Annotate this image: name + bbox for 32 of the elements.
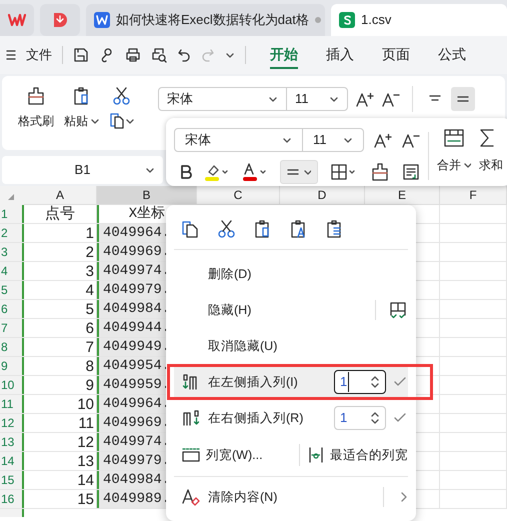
file-menu[interactable]: 文件 [26,45,52,65]
ribbon-tab[interactable]: 插入 [326,41,354,69]
row-header[interactable]: 16 [0,490,24,508]
document-tab[interactable]: 如何快速将Execl数据转化为dat格 [86,4,325,36]
row-header[interactable]: 3 [0,243,24,261]
row-header[interactable]: 15 [0,471,24,489]
sum-button[interactable]: 求和 [479,128,505,174]
row-header[interactable]: 4 [0,262,24,280]
paste-button[interactable]: 粘贴 [64,86,100,130]
row-header[interactable]: 7 [0,319,24,337]
row-header[interactable]: 8 [0,338,24,356]
number-field[interactable]: 1 [334,406,386,430]
row-header[interactable]: 9 [0,357,24,375]
row-header[interactable]: 14 [0,452,24,470]
ribbon-tab[interactable]: 开始 [270,41,298,69]
row-header[interactable]: 1 [0,205,24,223]
number-field[interactable]: 1 [334,370,386,394]
merge-button[interactable]: 合并 [437,128,471,174]
row-header[interactable]: 12 [0,414,24,432]
menu-item[interactable]: 最适合的列宽 [304,446,408,464]
row-header[interactable]: 2 [0,224,24,242]
format-painter-button[interactable]: 格式刷 [18,86,54,130]
ribbon-tab[interactable]: 页面 [382,41,410,69]
row-header[interactable]: 5 [0,281,24,299]
name-box[interactable]: B1 [2,156,163,184]
row-header[interactable]: 10 [0,376,24,394]
row-header[interactable]: 11 [0,395,24,413]
row-header[interactable]: 6 [0,300,24,318]
column-header[interactable]: B [97,186,197,204]
document-tab[interactable]: 1.csv [331,4,507,36]
ribbon-tab[interactable]: 公式 [438,41,466,69]
row-header[interactable]: 13 [0,433,24,451]
